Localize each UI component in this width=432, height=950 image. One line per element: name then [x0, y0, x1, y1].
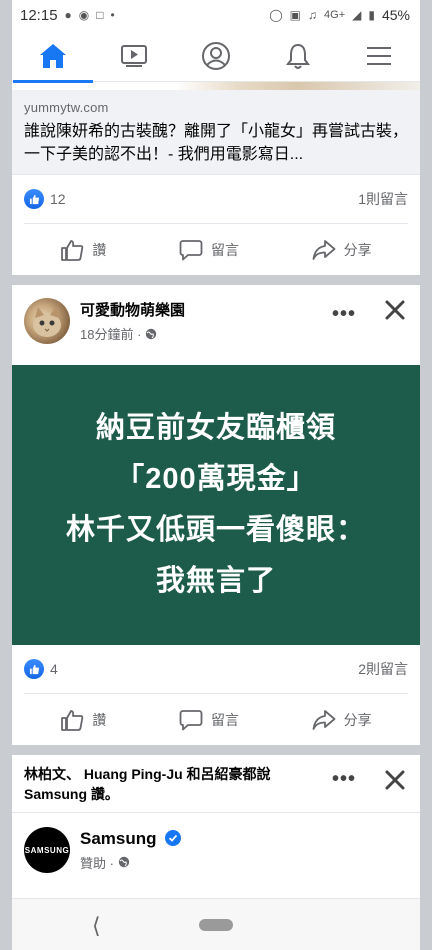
post-time[interactable]: 18分鐘前 · [80, 324, 141, 343]
share-label: 分享 [343, 711, 372, 728]
close-icon[interactable] [384, 769, 406, 791]
link-title: 誰說陳妍希的古裝醜？離開了「小龍女」再嘗試古裝，一下子美的認不出！- 我們用電影… [24, 123, 409, 163]
like-count: 4 [50, 661, 58, 677]
globe-icon [146, 328, 157, 339]
link-image-edge [12, 82, 420, 90]
share-label: 分享 [343, 241, 372, 258]
video-icon [121, 44, 148, 67]
post-actions: 讚 留言 分享 [24, 693, 408, 745]
social-context: 林柏文、 Huang Ping-Ju 和呂紹豪都說 Samsung 讚。 ••• [12, 755, 420, 813]
tab-profile[interactable] [184, 30, 248, 82]
back-icon[interactable]: ⟨ [92, 913, 101, 939]
reactions-summary[interactable]: 4 [24, 659, 58, 679]
tab-menu[interactable] [347, 30, 411, 82]
screen: 12:15 ● ◉ □ • ◯ ▣ ♫ 4G+ ◢ ▮ 45% yummytw.… [0, 0, 432, 950]
thumbs-up-icon [61, 239, 84, 261]
battery-level: 45% [381, 7, 410, 23]
facebook-app: 12:15 ● ◉ □ • ◯ ▣ ♫ 4G+ ◢ ▮ 45% yummytw.… [12, 0, 420, 950]
social-context-line: 林柏文、 Huang Ping-Ju 和呂紹豪都說 [24, 765, 271, 782]
banner-line: 納豆前女友臨櫃領 [95, 412, 336, 444]
bell-icon [285, 43, 310, 69]
messenger-icon: ◉ [78, 8, 90, 22]
like-reaction-icon [24, 659, 44, 679]
home-icon [39, 43, 66, 68]
samsung-avatar[interactable]: SAMSUNG [24, 827, 70, 873]
cat-avatar-image [33, 307, 61, 337]
banner-line: 我無言了 [155, 565, 276, 597]
top-tab-bar [12, 30, 420, 83]
share-icon [312, 709, 336, 730]
comment-icon [179, 709, 203, 730]
dot-icon: • [110, 8, 115, 22]
post-stats: 12 1則留言 [12, 175, 420, 223]
like-reaction-icon [24, 189, 44, 209]
alarm-icon: ◯ [269, 8, 283, 22]
globe-icon [118, 856, 130, 868]
sim-icon: □ [96, 8, 104, 22]
comment-count[interactable]: 1則留言 [358, 189, 408, 209]
comment-icon [179, 239, 203, 260]
more-options-icon[interactable]: ••• [332, 769, 356, 789]
sponsored-label[interactable]: 贊助 · [80, 853, 114, 872]
social-context-line: Samsung 讚。 [24, 785, 119, 802]
network-label: 4G+ [324, 8, 346, 21]
signal-icon: ◢ [352, 8, 362, 22]
banner-line: 「200萬現金」 [115, 463, 317, 495]
like-count: 12 [50, 191, 66, 207]
cast-icon: ▣ [289, 8, 302, 22]
system-nav-bar: ⟨ [12, 898, 420, 950]
comment-label: 留言 [210, 711, 239, 728]
status-time: 12:15 [20, 6, 58, 24]
feed-divider [12, 275, 420, 285]
page-name[interactable]: 可愛動物萌樂園 [80, 299, 185, 320]
link-preview[interactable]: yummytw.com 誰說陳妍希的古裝醜？離開了「小龍女」再嘗試古裝，一下子美… [12, 90, 420, 175]
post-actions: 讚 留言 分享 [24, 223, 408, 275]
post-header: SAMSUNG Samsung 贊助 · [12, 813, 420, 887]
battery-icon: ▮ [368, 8, 375, 22]
more-options-icon[interactable]: ••• [332, 303, 356, 326]
page-name[interactable]: Samsung [80, 829, 157, 848]
comment-count[interactable]: 2則留言 [358, 659, 408, 679]
like-button[interactable]: 讚 [48, 700, 118, 740]
status-bar: 12:15 ● ◉ □ • ◯ ▣ ♫ 4G+ ◢ ▮ 45% [12, 0, 420, 30]
like-button[interactable]: 讚 [48, 230, 118, 270]
feed-divider [12, 745, 420, 755]
android-icon: ● [64, 8, 72, 22]
share-icon [312, 239, 336, 260]
tab-video[interactable] [102, 30, 166, 82]
post-image-banner[interactable]: 納豆前女友臨櫃領 「200萬現金」 林千又低頭一看傻眼： 我無言了 [12, 365, 420, 645]
menu-icon [367, 46, 392, 65]
mute-icon: ♫ [308, 8, 318, 22]
verified-badge-icon [165, 829, 182, 846]
tab-home[interactable] [12, 30, 93, 83]
banner-line: 林千又低頭一看傻眼： [65, 514, 366, 546]
link-domain: yummytw.com [24, 100, 109, 115]
page-avatar[interactable] [24, 298, 70, 344]
comment-label: 留言 [210, 241, 239, 258]
comment-button[interactable]: 留言 [167, 700, 251, 740]
close-icon[interactable] [384, 299, 406, 321]
tab-notifications[interactable] [266, 30, 330, 82]
thumbs-up-icon [61, 709, 84, 731]
share-button[interactable]: 分享 [300, 700, 384, 740]
home-pill-button[interactable] [199, 918, 233, 931]
share-button[interactable]: 分享 [300, 230, 384, 270]
post-header: 可愛動物萌樂園 18分鐘前 · ••• [12, 285, 420, 357]
reactions-summary[interactable]: 12 [24, 189, 66, 209]
profile-icon [201, 41, 230, 70]
post-stats: 4 2則留言 [12, 645, 420, 693]
like-label: 讚 [92, 711, 107, 728]
like-label: 讚 [92, 241, 107, 258]
comment-button[interactable]: 留言 [167, 230, 251, 270]
